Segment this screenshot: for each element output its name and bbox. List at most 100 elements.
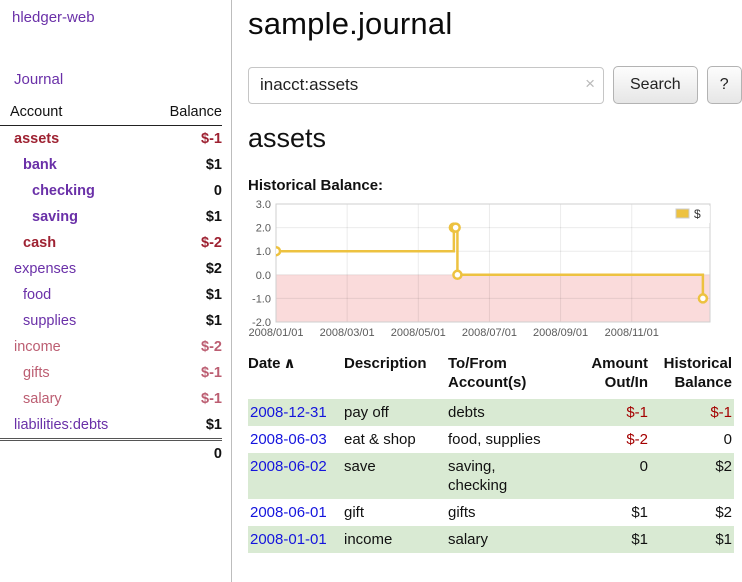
- register-table: Date∧ Description To/From Account(s) Amo…: [248, 354, 734, 553]
- account-link[interactable]: supplies: [23, 313, 76, 329]
- y-tick-label: 3.0: [256, 199, 271, 211]
- transaction-date-link[interactable]: 2008-01-01: [250, 531, 327, 548]
- account-link[interactable]: saving: [32, 209, 78, 225]
- transaction-amount: $-1: [576, 399, 648, 426]
- transaction-balance: 0: [648, 426, 734, 453]
- data-point-marker: [453, 271, 461, 279]
- transaction-amount: $1: [576, 499, 648, 526]
- account-balance: $1: [150, 152, 222, 178]
- search-input[interactable]: [248, 67, 604, 104]
- y-tick-label: 2.0: [256, 223, 271, 235]
- account-link[interactable]: checking: [32, 183, 95, 199]
- accounts-table: Account Balance assets $-1 bank $1 checking 0…: [0, 101, 222, 467]
- account-link[interactable]: food: [23, 287, 51, 303]
- transaction-description: income: [344, 526, 448, 553]
- register-body: 2008-12-31pay offdebts$-1$-12008-06-03ea…: [248, 399, 734, 553]
- chart-canvas: 3.02.01.00.0-1.0-2.02008/01/012008/03/01…: [248, 199, 718, 341]
- register-row: 2008-12-31pay offdebts$-1$-1: [248, 399, 734, 426]
- transaction-amount: $-2: [576, 426, 648, 453]
- account-balance: 0: [150, 178, 222, 204]
- historical-balance-chart[interactable]: 3.02.01.00.0-1.0-2.02008/01/012008/03/01…: [248, 199, 718, 341]
- search-button[interactable]: Search: [613, 66, 698, 104]
- transaction-balance: $2: [648, 499, 734, 526]
- transaction-accounts: salary: [448, 526, 576, 553]
- account-link[interactable]: expenses: [14, 261, 76, 277]
- legend-swatch: [676, 209, 689, 218]
- account-balance: $-1: [150, 386, 222, 412]
- register-row: 2008-06-01 giftgifts$1$2: [248, 499, 734, 526]
- transaction-description: eat & shop: [344, 426, 448, 453]
- account-balance: $-2: [150, 230, 222, 256]
- account-balance: $2: [150, 256, 222, 282]
- register-header-accounts: To/From Account(s): [448, 354, 576, 399]
- account-link[interactable]: liabilities:debts: [14, 417, 108, 433]
- transaction-description: pay off: [344, 399, 448, 426]
- transaction-description: gift: [344, 499, 448, 526]
- account-link[interactable]: salary: [23, 391, 62, 407]
- transaction-date-link[interactable]: 2008-12-31: [250, 404, 327, 421]
- x-tick-label: 2008/01/01: [248, 327, 303, 339]
- accounts-total-balance: 0: [150, 440, 222, 468]
- register-header-amount: Amount Out/In: [576, 354, 648, 399]
- y-tick-label: -1.0: [252, 293, 271, 305]
- account-link[interactable]: cash: [23, 235, 56, 251]
- accounts-total-row: 0: [0, 440, 222, 468]
- register-row: 2008-01-01incomesalary$1$1: [248, 526, 734, 553]
- register-row: 2008-06-02 savesaving, checking0$2: [248, 453, 734, 499]
- transaction-date-link[interactable]: 2008-06-01: [250, 504, 327, 521]
- data-point-marker: [699, 294, 707, 302]
- account-row: food$1: [0, 282, 222, 308]
- transaction-date-link[interactable]: 2008-06-03: [250, 431, 327, 448]
- accounts-header-row: Account Balance: [0, 101, 222, 126]
- account-row: income$-2: [0, 334, 222, 360]
- clear-search-icon[interactable]: ×: [585, 74, 595, 94]
- account-row: salary $-1: [0, 386, 222, 412]
- x-tick-label: 2008/03/01: [320, 327, 375, 339]
- x-tick-label: 2008/09/01: [533, 327, 588, 339]
- register-header-balance: Historical Balance: [648, 354, 734, 399]
- accounts-total-spacer: [0, 440, 150, 468]
- transaction-accounts: saving, checking: [448, 453, 576, 499]
- register-header-row: Date∧ Description To/From Account(s) Amo…: [248, 354, 734, 399]
- account-balance: $-1: [150, 360, 222, 386]
- app-title-link[interactable]: hledger-web: [0, 0, 231, 26]
- account-row: expenses $2: [0, 256, 222, 282]
- account-row: bank $1: [0, 152, 222, 178]
- x-tick-label: 2008/07/01: [462, 327, 517, 339]
- account-row: liabilities:debts $1: [0, 412, 222, 440]
- transaction-accounts: gifts: [448, 499, 576, 526]
- account-balance: $-1: [150, 126, 222, 153]
- transaction-balance: $-1: [648, 399, 734, 426]
- account-link[interactable]: gifts: [23, 365, 50, 381]
- data-point-marker: [452, 224, 460, 232]
- accounts-header-account: Account: [0, 101, 150, 126]
- register-header-description: Description: [344, 354, 448, 399]
- search-box: ×: [248, 67, 604, 104]
- transaction-balance: $2: [648, 453, 734, 499]
- sidebar: hledger-web Journal Account Balance asse…: [0, 0, 232, 582]
- x-tick-label: 2008/05/01: [391, 327, 446, 339]
- account-balance: $1: [150, 412, 222, 440]
- register-header-date[interactable]: Date: [248, 355, 281, 372]
- account-row: saving $1: [0, 204, 222, 230]
- account-link[interactable]: bank: [23, 157, 57, 173]
- help-button[interactable]: ?: [707, 66, 742, 104]
- page-title: sample.journal: [248, 6, 734, 42]
- account-row: cash $-2: [0, 230, 222, 256]
- account-balance: $1: [150, 308, 222, 334]
- legend-label: $: [694, 207, 701, 221]
- account-row: supplies $1: [0, 308, 222, 334]
- transaction-description: save: [344, 453, 448, 499]
- account-link[interactable]: assets: [14, 131, 59, 147]
- account-balance: $1: [150, 204, 222, 230]
- chart-title: Historical Balance:: [248, 177, 734, 194]
- data-point-marker: [272, 247, 280, 255]
- nav-journal-link[interactable]: Journal: [14, 71, 231, 88]
- transaction-amount: 0: [576, 453, 648, 499]
- main-content: sample.journal × Search ? assets Histori…: [248, 0, 734, 553]
- chart-legend: $: [672, 206, 710, 223]
- account-link[interactable]: income: [14, 339, 61, 355]
- transaction-date-link[interactable]: 2008-06-02: [250, 458, 327, 475]
- search-bar: × Search ?: [248, 66, 734, 104]
- register-row: 2008-06-03eat & shopfood, supplies$-20: [248, 426, 734, 453]
